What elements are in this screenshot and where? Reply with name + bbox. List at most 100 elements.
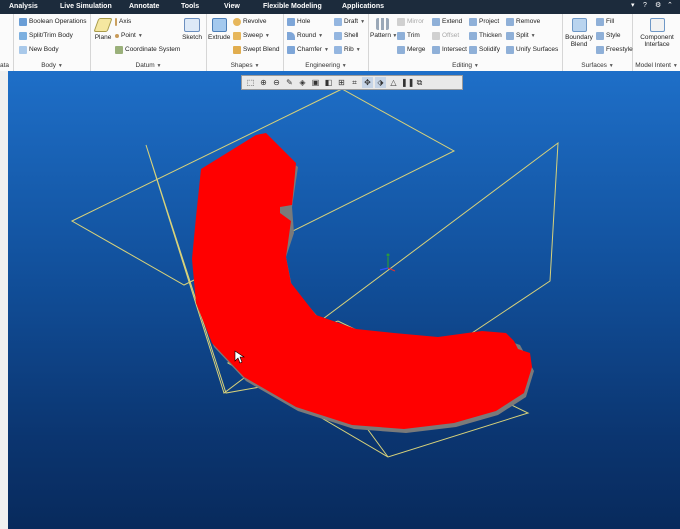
- style-button[interactable]: Style: [596, 30, 620, 42]
- zoom-in-icon[interactable]: ⊕: [258, 77, 269, 88]
- zoom-out-icon[interactable]: ⊖: [271, 77, 282, 88]
- view-toolbar: ⬚ ⊕ ⊖ ✎ ◈ ▣ ◧ ⊞ ⌗ ✥ ⬗ △ ❚❚ ⧉: [241, 75, 463, 90]
- datum-display-icon[interactable]: ⊞: [336, 77, 347, 88]
- extend-icon: [432, 18, 440, 26]
- group-label-surfaces[interactable]: Surfaces ▼: [563, 62, 632, 69]
- model-scene[interactable]: [8, 71, 680, 529]
- offset-icon: [432, 32, 440, 40]
- menu-annotate[interactable]: Annotate: [129, 0, 159, 14]
- group-surfaces: Boundary Blend Fill Style Freestyle Surf…: [563, 14, 633, 71]
- split-trim-body-button[interactable]: Split/Trim Body: [19, 30, 73, 42]
- group-label-engineering[interactable]: Engineering ▼: [284, 62, 368, 69]
- offset-button[interactable]: Offset: [432, 30, 459, 42]
- group-label-shapes[interactable]: Shapes ▼: [207, 62, 283, 69]
- unify-surfaces-button[interactable]: Unify Surfaces: [506, 44, 558, 56]
- ribbon: ata Boolean Operations Split/Trim Body N…: [0, 14, 680, 72]
- coordinate-triad: [379, 253, 396, 272]
- view-orient-icon[interactable]: ◈: [297, 77, 308, 88]
- spin-center-icon[interactable]: ✥: [362, 77, 373, 88]
- group-shapes: Extrude Revolve Sweep ▼ Swept Blend Shape…: [207, 14, 284, 71]
- new-body-button[interactable]: New Body: [19, 44, 59, 56]
- solidify-button[interactable]: Solidify: [469, 44, 500, 56]
- extend-button[interactable]: Extend: [432, 16, 462, 28]
- chamfer-button[interactable]: Chamfer ▼: [287, 44, 329, 56]
- perspective-icon[interactable]: ⬗: [375, 77, 386, 88]
- point-icon: [115, 34, 119, 38]
- solidify-icon: [469, 46, 477, 54]
- group-engineering: Hole Round ▼ Chamfer ▼ Draft ▼ Shell Rib ▼ E…: [284, 14, 369, 71]
- refit-icon[interactable]: ⬚: [245, 77, 256, 88]
- coordinate-system-button[interactable]: Coordinate System: [115, 44, 180, 56]
- style-icon: [596, 32, 604, 40]
- display-style-icon[interactable]: ◧: [323, 77, 334, 88]
- swept-blend-button[interactable]: Swept Blend: [233, 44, 280, 56]
- shell-button[interactable]: Shell: [334, 30, 358, 42]
- draft-button[interactable]: Draft ▼: [334, 16, 365, 28]
- thicken-button[interactable]: Thicken: [469, 30, 502, 42]
- part-body[interactable]: [192, 133, 532, 429]
- pattern-button[interactable]: Pattern ▼: [370, 18, 397, 40]
- group-label-editing[interactable]: Editing ▼: [369, 62, 562, 69]
- split-icon: [506, 32, 514, 40]
- remove-icon: [506, 18, 514, 26]
- revolve-button[interactable]: Revolve: [233, 16, 266, 28]
- component-interface-icon: [649, 18, 665, 32]
- group-model-intent: Component Interface Model Intent ▼: [633, 14, 680, 71]
- pause-icon[interactable]: ❚❚: [401, 77, 414, 88]
- split-body-icon: [19, 32, 27, 40]
- round-button[interactable]: Round ▼: [287, 30, 323, 42]
- point-button[interactable]: Point ▼: [115, 30, 143, 42]
- group-editing: Pattern ▼ Mirror Trim Merge Extend Offse…: [369, 14, 563, 71]
- settings-icon[interactable]: ⚙: [655, 2, 662, 9]
- group-label-body[interactable]: Body ▼: [14, 62, 90, 69]
- sweep-button[interactable]: Sweep ▼: [233, 30, 270, 42]
- plane-icon: [93, 18, 113, 32]
- new-body-icon: [19, 46, 27, 54]
- swept-blend-icon: [233, 46, 241, 54]
- boundary-blend-icon: [571, 18, 587, 32]
- freestyle-button[interactable]: Freestyle: [596, 44, 633, 56]
- annotation-display-icon[interactable]: ⌗: [349, 77, 360, 88]
- axis-icon: [115, 18, 117, 26]
- group-label-partial: ata: [0, 62, 10, 69]
- menu-tools[interactable]: Tools: [181, 0, 199, 14]
- merge-button[interactable]: Merge: [397, 44, 425, 56]
- mirror-button[interactable]: Mirror: [397, 16, 424, 28]
- sketch-button[interactable]: Sketch: [180, 18, 204, 41]
- section-icon[interactable]: ⧉: [414, 77, 425, 88]
- menu-live-simulation[interactable]: Live Simulation: [60, 0, 112, 14]
- group-body: Boolean Operations Split/Trim Body New B…: [14, 14, 91, 71]
- menu-flexible-modeling[interactable]: Flexible Modeling: [263, 0, 322, 14]
- intersect-button[interactable]: Intersect: [432, 44, 467, 56]
- thicken-icon: [469, 32, 477, 40]
- mirror-icon: [397, 18, 405, 26]
- menu-applications[interactable]: Applications: [342, 0, 384, 14]
- group-datum: Plane Axis Point ▼ Coordinate System Sket…: [91, 14, 207, 71]
- trim-button[interactable]: Trim: [397, 30, 420, 42]
- menu-view[interactable]: View: [224, 0, 240, 14]
- group-label-model-intent[interactable]: Model Intent ▼: [633, 62, 680, 69]
- component-interface-button[interactable]: Component Interface: [635, 18, 679, 48]
- fill-button[interactable]: Fill: [596, 16, 614, 28]
- project-button[interactable]: Project: [469, 16, 499, 28]
- hole-button[interactable]: Hole: [287, 16, 310, 28]
- boundary-blend-button[interactable]: Boundary Blend: [564, 18, 594, 48]
- axis-button[interactable]: Axis: [115, 16, 131, 28]
- plane-button[interactable]: Plane: [93, 18, 113, 41]
- menu-analysis[interactable]: Analysis: [9, 0, 38, 14]
- rib-button[interactable]: Rib ▼: [334, 44, 361, 56]
- dropdown-icon[interactable]: ▾: [631, 2, 638, 9]
- collapse-icon[interactable]: ⌃: [667, 2, 674, 9]
- menu-bar: Analysis Live Simulation Annotate Tools …: [0, 0, 680, 14]
- remove-button[interactable]: Remove: [506, 16, 540, 28]
- extrude-button[interactable]: Extrude: [208, 18, 230, 41]
- triangle-icon[interactable]: △: [388, 77, 399, 88]
- help-icon[interactable]: ?: [643, 2, 650, 9]
- group-label-datum[interactable]: Datum ▼: [91, 62, 206, 69]
- rib-icon: [334, 46, 342, 54]
- saved-views-icon[interactable]: ▣: [310, 77, 321, 88]
- split-button[interactable]: Split ▼: [506, 30, 536, 42]
- boolean-operations-button[interactable]: Boolean Operations: [19, 16, 86, 28]
- repaint-icon[interactable]: ✎: [284, 77, 295, 88]
- graphics-viewport[interactable]: ⬚ ⊕ ⊖ ✎ ◈ ▣ ◧ ⊞ ⌗ ✥ ⬗ △ ❚❚ ⧉: [8, 71, 680, 529]
